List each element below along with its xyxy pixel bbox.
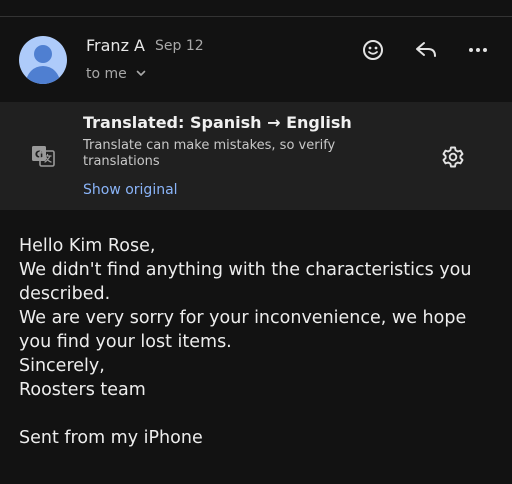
reply-icon[interactable]: [414, 38, 438, 62]
message-closing: Sincerely,: [19, 356, 105, 376]
email-view: Franz A Sep 12 to me G Translated: Spani…: [0, 0, 512, 484]
chevron-down-icon[interactable]: [134, 66, 148, 80]
avatar-body: [26, 66, 60, 84]
message-body: Hello Kim Rose, We didn't find anything …: [19, 234, 499, 450]
sender-name[interactable]: Franz A: [86, 36, 145, 55]
message-line: you find your lost items.: [19, 332, 232, 352]
gear-icon[interactable]: [441, 145, 465, 169]
message-signature: Roosters team: [19, 380, 146, 400]
sender-avatar[interactable]: [19, 36, 67, 84]
top-divider: [0, 16, 512, 17]
message-line: We didn't find anything with the charact…: [19, 260, 472, 280]
add-reaction-icon[interactable]: [361, 38, 385, 62]
message-footer: Sent from my iPhone: [19, 428, 203, 448]
message-line: We are very sorry for your inconvenience…: [19, 308, 467, 328]
sent-date: Sep 12: [155, 38, 204, 54]
more-options-icon[interactable]: [466, 38, 490, 62]
translation-disclaimer: Translate can make mistakes, so verify t…: [83, 138, 336, 169]
message-line: described.: [19, 284, 111, 304]
translate-icon: G: [30, 143, 56, 169]
avatar-head: [34, 45, 52, 63]
message-greeting: Hello Kim Rose,: [19, 236, 156, 256]
translation-title: Translated: Spanish → English: [83, 113, 352, 132]
show-original-link[interactable]: Show original: [83, 182, 178, 198]
recipient-label[interactable]: to me: [86, 66, 127, 82]
